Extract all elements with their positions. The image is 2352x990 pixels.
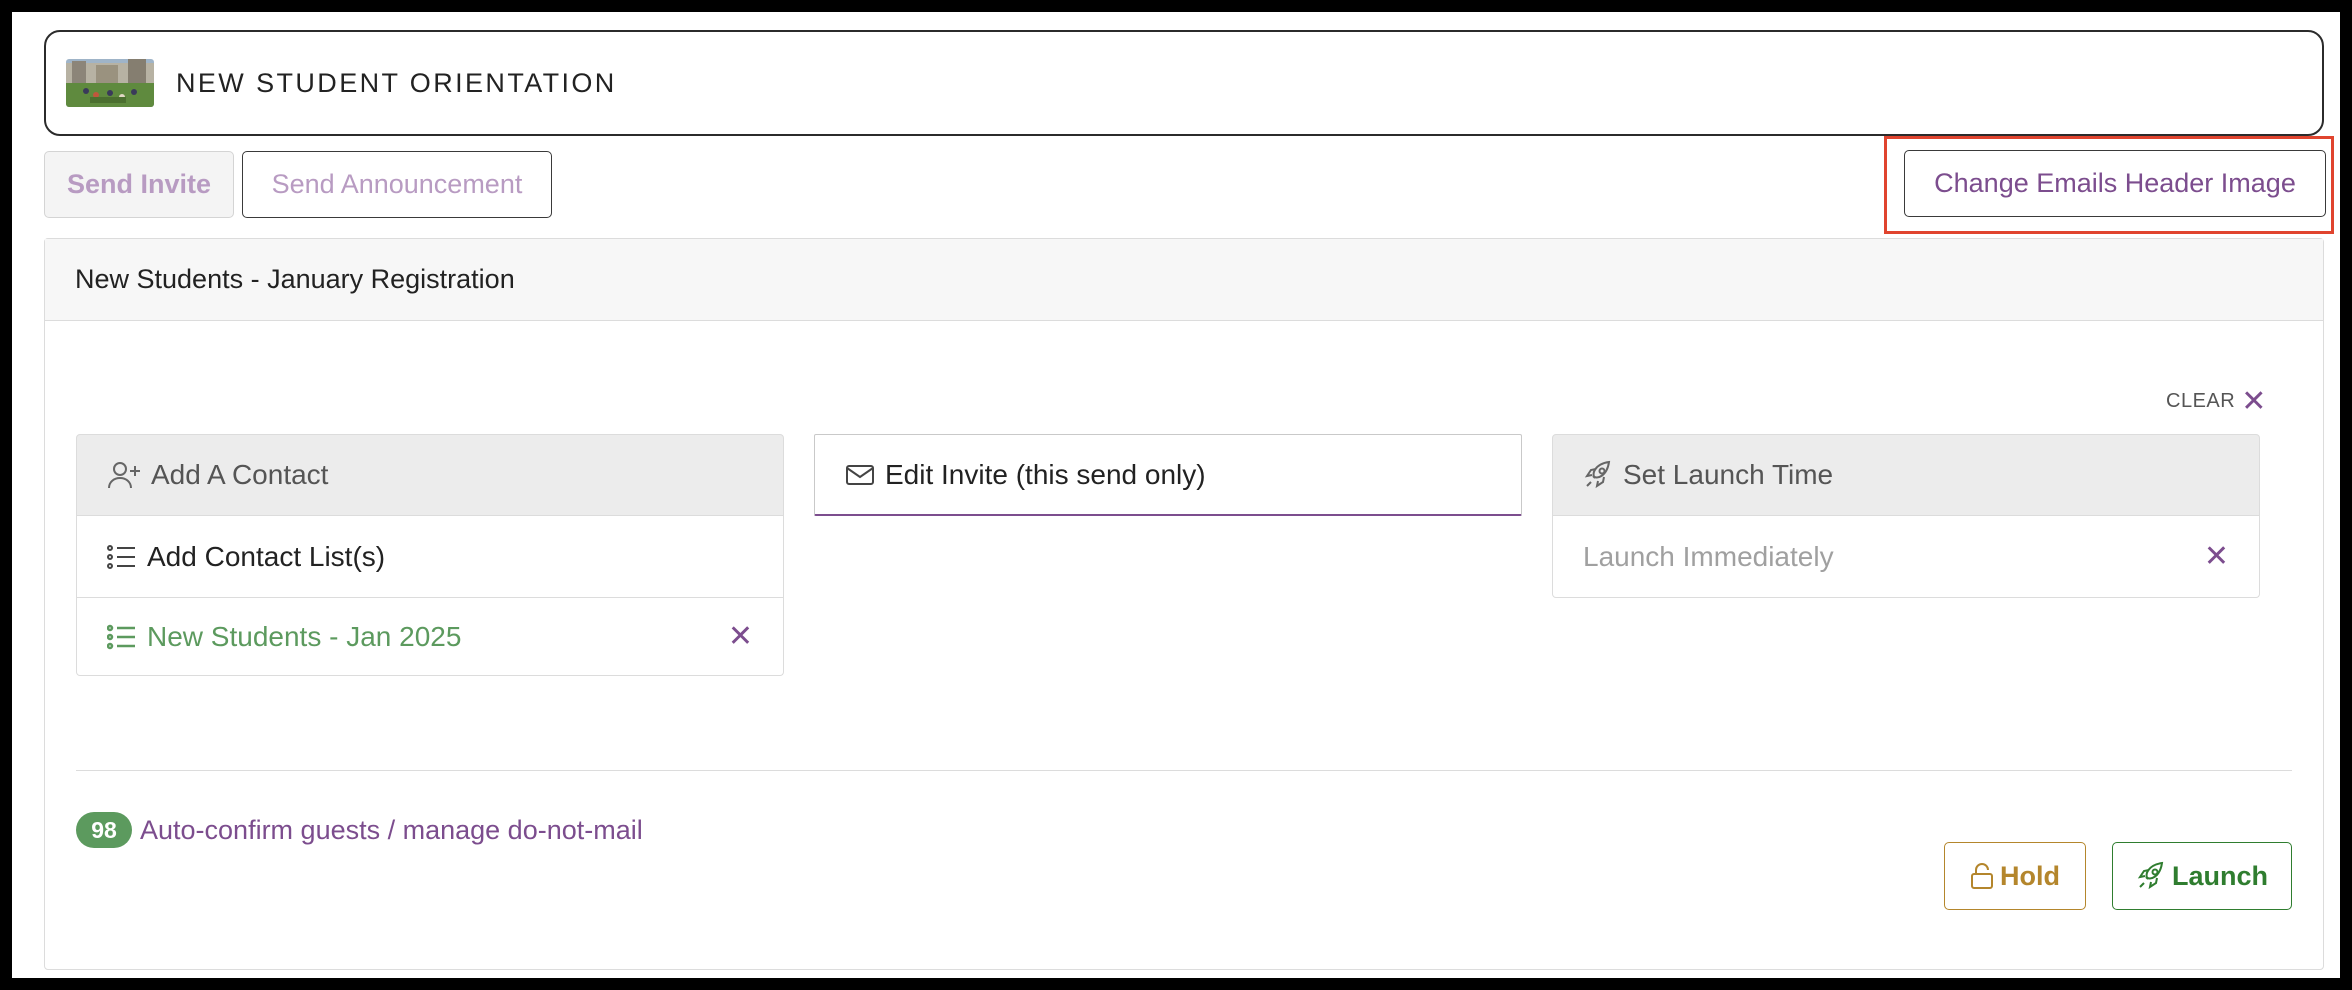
list-icon — [107, 544, 135, 569]
contacts-column: Add A Contact Add Contact List(s) New St… — [76, 434, 784, 676]
hold-label: Hold — [2000, 860, 2060, 891]
launch-mode-label: Launch Immediately — [1583, 540, 1834, 572]
send-announcement-button[interactable]: Send Announcement — [242, 151, 552, 218]
add-contact-lists-label: Add Contact List(s) — [147, 540, 386, 572]
event-title: NEW STUDENT ORIENTATION — [176, 67, 617, 98]
auto-confirm-label: Auto-confirm guests / manage do-not-mail — [140, 814, 643, 845]
add-contact-lists-tab[interactable]: Add Contact List(s) — [76, 516, 784, 598]
event-thumbnail — [66, 59, 154, 107]
set-launch-time-tab[interactable]: Set Launch Time — [1552, 434, 2260, 516]
edit-invite-tab[interactable]: Edit Invite (this send only) — [814, 434, 1522, 516]
contact-list-name: New Students - Jan 2025 — [147, 620, 462, 652]
change-header-image-button[interactable]: Change Emails Header Image — [1904, 150, 2326, 217]
lock-icon — [1971, 863, 1993, 889]
page: NEW STUDENT ORIENTATION Send Invite Send… — [12, 12, 2340, 978]
list-icon — [107, 624, 135, 649]
rocket-icon — [2137, 861, 2164, 890]
rocket-icon — [1584, 460, 1611, 489]
close-icon: ✕ — [2241, 385, 2267, 418]
send-invite-button[interactable]: Send Invite — [44, 151, 234, 218]
divider — [76, 770, 2292, 771]
guest-count-badge: 98 — [76, 812, 132, 848]
add-user-icon — [108, 462, 140, 489]
add-contact-label: Add A Contact — [151, 459, 329, 490]
event-header: NEW STUDENT ORIENTATION — [44, 30, 2324, 136]
clear-button[interactable]: CLEAR ✕ — [2166, 384, 2267, 419]
panel-heading: New Students - January Registration — [45, 239, 2323, 321]
add-contact-tab[interactable]: Add A Contact — [76, 434, 784, 516]
set-launch-time-label: Set Launch Time — [1623, 459, 1834, 490]
auto-confirm-link[interactable]: 98 Auto-confirm guests / manage do-not-m… — [76, 812, 643, 848]
remove-list-icon[interactable]: ✕ — [728, 619, 753, 654]
edit-invite-label: Edit Invite (this send only) — [885, 458, 1206, 490]
launch-label: Launch — [2171, 860, 2268, 891]
remove-launch-time-icon[interactable]: ✕ — [2204, 539, 2229, 574]
invite-column: Edit Invite (this send only) — [814, 434, 1522, 516]
selected-contact-list: New Students - Jan 2025 ✕ — [76, 598, 784, 676]
envelope-icon — [846, 464, 874, 485]
launch-mode-row: Launch Immediately ✕ — [1552, 516, 2260, 598]
launch-button[interactable]: Launch — [2112, 842, 2292, 910]
clear-label: CLEAR — [2166, 390, 2236, 412]
hold-button[interactable]: Hold — [1944, 842, 2086, 910]
launch-column: Set Launch Time Launch Immediately ✕ — [1552, 434, 2260, 598]
